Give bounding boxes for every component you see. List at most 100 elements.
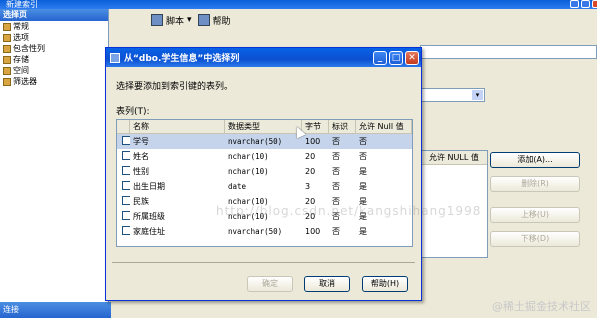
table-row[interactable]: 学号 nvarchar(50) 100 否 否	[117, 134, 412, 149]
toolbar: 脚本 ▾ 帮助	[109, 9, 597, 31]
dialog-titlebar: 从“dbo.学生信息”中选择列 _ □ ✕	[106, 48, 421, 67]
cell-bytes: 100	[305, 137, 321, 146]
move-up-button[interactable]: 上移(U)	[490, 207, 580, 223]
nav-item-options[interactable]: 选项	[0, 32, 108, 43]
row-checkbox	[117, 196, 130, 207]
checkbox[interactable]	[122, 226, 130, 235]
column-header-identity[interactable]: 标识	[329, 120, 356, 133]
connection-section-header: 连接	[0, 302, 111, 318]
checkbox[interactable]	[122, 136, 130, 145]
table-row[interactable]: 性别 nchar(10) 20 否 是	[117, 164, 412, 179]
page-icon	[3, 77, 11, 86]
ok-button[interactable]: 确定	[247, 276, 293, 292]
checkbox[interactable]	[122, 166, 130, 175]
blog-watermark: http://blog.csdn.net/kangshihang1998	[216, 204, 482, 218]
column-header-name[interactable]: 名称	[130, 120, 225, 133]
cell-type: nchar(10)	[228, 167, 269, 176]
divider	[112, 262, 415, 263]
row-checkbox	[117, 151, 130, 162]
instruction-text: 选择要添加到索引键的表列。	[116, 82, 234, 92]
table-icon	[110, 52, 120, 63]
row-checkbox	[117, 211, 130, 222]
row-checkbox	[117, 136, 130, 147]
cell-nullable: 是	[359, 182, 367, 191]
nav-item-spatial[interactable]: 空间	[0, 65, 108, 76]
help-button[interactable]: 帮助(H)	[362, 276, 408, 292]
checkbox[interactable]	[122, 151, 130, 160]
select-columns-dialog: 从“dbo.学生信息”中选择列 _ □ ✕ 选择要添加到索引键的表列。 表列(T…	[105, 47, 480, 301]
checkbox[interactable]	[122, 196, 130, 205]
help-icon	[197, 14, 210, 26]
index-name-field[interactable]	[420, 45, 597, 59]
window-titlebar: 新建索引	[0, 0, 597, 9]
maximize-icon[interactable]: □	[389, 50, 403, 65]
row-checkbox	[117, 226, 130, 237]
dialog-controls: _ □ ✕	[373, 50, 421, 65]
table-row[interactable]: 姓名 nchar(10) 20 否 否	[117, 149, 412, 164]
page-icon	[3, 55, 11, 64]
minimize-icon[interactable]: _	[373, 50, 387, 65]
help-button[interactable]: 帮助	[197, 14, 231, 27]
cell-type: date	[228, 182, 247, 191]
column-header-bytes[interactable]: 字节	[302, 120, 329, 133]
window-title: 新建索引	[6, 0, 38, 9]
cell-nullable: 是	[359, 227, 367, 236]
cell-bytes: 20	[305, 167, 316, 176]
dialog-title: 从“dbo.学生信息”中选择列	[124, 54, 240, 64]
delete-button[interactable]: 删除(R)	[490, 176, 580, 192]
cancel-button[interactable]: 取消	[304, 276, 350, 292]
site-watermark: @稀土掘金技术社区	[492, 300, 591, 313]
cell-type: nchar(10)	[228, 152, 269, 161]
table-row[interactable]: 出生日期 date 3 否 是	[117, 179, 412, 194]
page-icon	[3, 44, 11, 53]
table-column-header: 允许 NULL 值	[421, 151, 487, 165]
chevron-down-icon[interactable]: ▾	[187, 15, 192, 25]
select-page-panel: 选择页 常规 选项 包含性列 存储 空间 筛选器 连接	[0, 9, 111, 318]
chevron-down-icon[interactable]: ▾	[472, 90, 483, 100]
column-header-type[interactable]: 数据类型	[225, 120, 302, 133]
checkbox-column-header	[117, 120, 130, 133]
cell-name: 家庭住址	[133, 227, 165, 236]
cell-name: 姓名	[133, 152, 149, 161]
cell-name: 性别	[133, 167, 149, 176]
table-columns-grid[interactable]: 名称 数据类型 字节 标识 允许 Null 值 学号 nvarchar(50) 10…	[116, 119, 413, 247]
cell-identity: 否	[332, 137, 340, 146]
checkbox[interactable]	[122, 211, 130, 220]
cell-nullable: 否	[359, 137, 367, 146]
cell-identity: 否	[332, 227, 340, 236]
page-icon	[3, 22, 11, 31]
add-button[interactable]: 添加(A)...	[490, 152, 580, 168]
cell-name: 所属班级	[133, 212, 165, 221]
window-controls	[570, 0, 597, 8]
minimize-icon[interactable]	[570, 0, 579, 8]
move-down-button[interactable]: 下移(D)	[490, 231, 580, 247]
cell-bytes: 20	[305, 152, 316, 161]
cell-identity: 否	[332, 167, 340, 176]
nav-item-included-columns[interactable]: 包含性列	[0, 43, 108, 54]
cell-type: nvarchar(50)	[228, 137, 283, 146]
nav-item-storage[interactable]: 存储	[0, 54, 108, 65]
checkbox[interactable]	[122, 181, 130, 190]
cell-identity: 否	[332, 182, 340, 191]
index-type-select[interactable]: ▾	[420, 88, 485, 102]
close-icon[interactable]	[592, 0, 597, 8]
cell-bytes: 100	[305, 227, 321, 236]
nav-item-filter[interactable]: 筛选器	[0, 76, 108, 87]
table-columns-label: 表列(T):	[116, 107, 150, 117]
script-button[interactable]: 脚本 ▾	[151, 14, 192, 27]
grid-rows: 学号 nvarchar(50) 100 否否姓名 nchar(10) 20 否否性别 ncha…	[117, 134, 412, 239]
cell-bytes: 3	[305, 182, 311, 191]
row-checkbox	[117, 166, 130, 177]
cell-name: 学号	[133, 137, 149, 146]
column-header-nullable[interactable]: 允许 Null 值	[356, 120, 412, 133]
page-icon	[3, 66, 11, 75]
select-page-header: 选择页	[0, 9, 108, 21]
grid-header: 名称 数据类型 字节 标识 允许 Null 值	[117, 120, 412, 134]
maximize-icon[interactable]	[581, 0, 590, 8]
table-row[interactable]: 家庭住址 nvarchar(50) 100 否 是	[117, 224, 412, 239]
close-icon[interactable]: ✕	[405, 50, 419, 65]
row-checkbox	[117, 181, 130, 192]
nav-item-general[interactable]: 常规	[0, 21, 108, 32]
cell-identity: 否	[332, 152, 340, 161]
cell-name: 民族	[133, 197, 149, 206]
